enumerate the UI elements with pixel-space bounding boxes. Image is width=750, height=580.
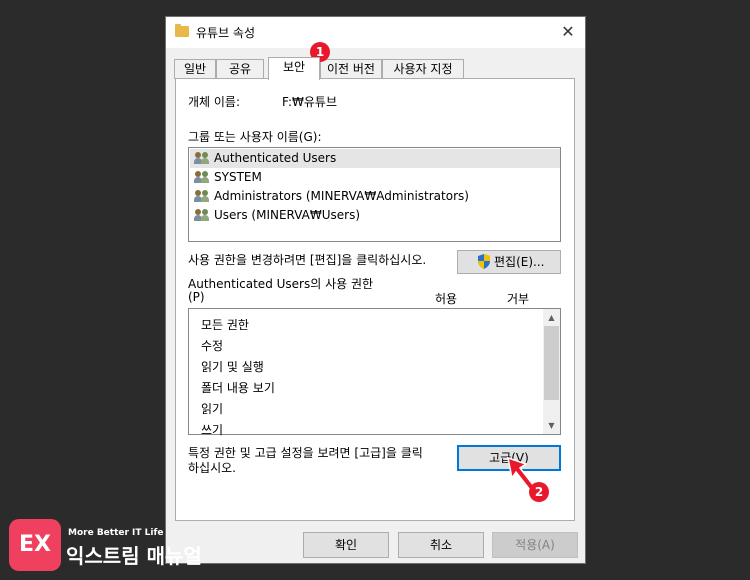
list-item-user[interactable]: Authenticated Users (190, 149, 560, 168)
user-name: Administrators (MINERVA₩Administrators) (214, 189, 469, 203)
logo-glyph: EX (19, 532, 51, 557)
dialog-title: 유튜브 속성 (196, 26, 256, 40)
tab-general[interactable]: 일반 (174, 59, 216, 79)
user-name: SYSTEM (214, 170, 262, 184)
apply-button[interactable]: 적용(A) (492, 532, 578, 558)
edit-button-label: 편집(E)... (494, 255, 545, 269)
advanced-hint-line2: 하십시오. (188, 461, 236, 475)
permissions-list[interactable]: 모든 권한 수정 읽기 및 실행 폴더 내용 보기 읽기 쓰기 ▲ ▼ (188, 308, 561, 437)
folder-icon (175, 24, 189, 37)
scroll-down-icon[interactable]: ▼ (543, 417, 560, 434)
security-panel: 개체 이름: F:₩유튜브 그룹 또는 사용자 이름(G): Authentic… (175, 78, 575, 521)
permissions-scrollbar[interactable]: ▲ ▼ (543, 309, 560, 434)
step-2-badge: 2 (529, 482, 549, 502)
scroll-thumb[interactable] (544, 326, 559, 400)
deny-header: 거부 (507, 292, 530, 306)
user-group-icon (194, 209, 210, 222)
allow-header: 허용 (435, 292, 458, 306)
brand-logo: EX (9, 519, 61, 571)
user-group-icon (194, 171, 210, 184)
close-button[interactable]: ✕ (557, 21, 579, 43)
object-name-label: 개체 이름: (188, 95, 241, 109)
shield-icon (478, 254, 490, 269)
permissions-title-accesskey: (P) (188, 290, 205, 304)
permission-item: 폴더 내용 보기 (201, 381, 275, 395)
permission-item: 쓰기 (201, 423, 224, 437)
scroll-up-icon[interactable]: ▲ (543, 309, 560, 326)
list-item-user[interactable]: SYSTEM (190, 168, 560, 187)
permission-item: 모든 권한 (201, 318, 249, 332)
edit-button[interactable]: 편집(E)... (457, 250, 561, 274)
permission-item: 읽기 및 실행 (201, 360, 264, 374)
permission-item: 읽기 (201, 402, 224, 416)
permission-item: 수정 (201, 339, 224, 353)
user-name: Authenticated Users (214, 151, 337, 165)
user-name: Users (MINERVA₩Users) (214, 208, 361, 222)
brand-tagline: More Better IT Life (68, 528, 164, 538)
user-group-icon (194, 190, 210, 203)
object-name-value: F:₩유튜브 (282, 95, 337, 109)
tab-customize[interactable]: 사용자 지정 (382, 59, 464, 79)
list-item-user[interactable]: Administrators (MINERVA₩Administrators) (190, 187, 560, 206)
tab-previous-versions[interactable]: 이전 버전 (320, 59, 382, 79)
edit-hint: 사용 권한을 변경하려면 [편집]을 클릭하십시오. (188, 253, 427, 267)
tab-security[interactable]: 보안 (268, 57, 320, 80)
user-list[interactable]: Authenticated Users SYSTEM Administrator… (188, 147, 561, 242)
brand-name: 익스트림 매뉴얼 (66, 544, 202, 568)
permissions-title: Authenticated Users의 사용 권한 (188, 277, 374, 291)
user-group-icon (194, 152, 210, 165)
tab-sharing[interactable]: 공유 (216, 59, 264, 79)
groups-label: 그룹 또는 사용자 이름(G): (188, 130, 322, 144)
list-item-user[interactable]: Users (MINERVA₩Users) (190, 206, 560, 225)
ok-button[interactable]: 확인 (303, 532, 389, 558)
title-bar[interactable]: 유튜브 속성 ✕ (166, 17, 585, 48)
cancel-button[interactable]: 취소 (398, 532, 484, 558)
